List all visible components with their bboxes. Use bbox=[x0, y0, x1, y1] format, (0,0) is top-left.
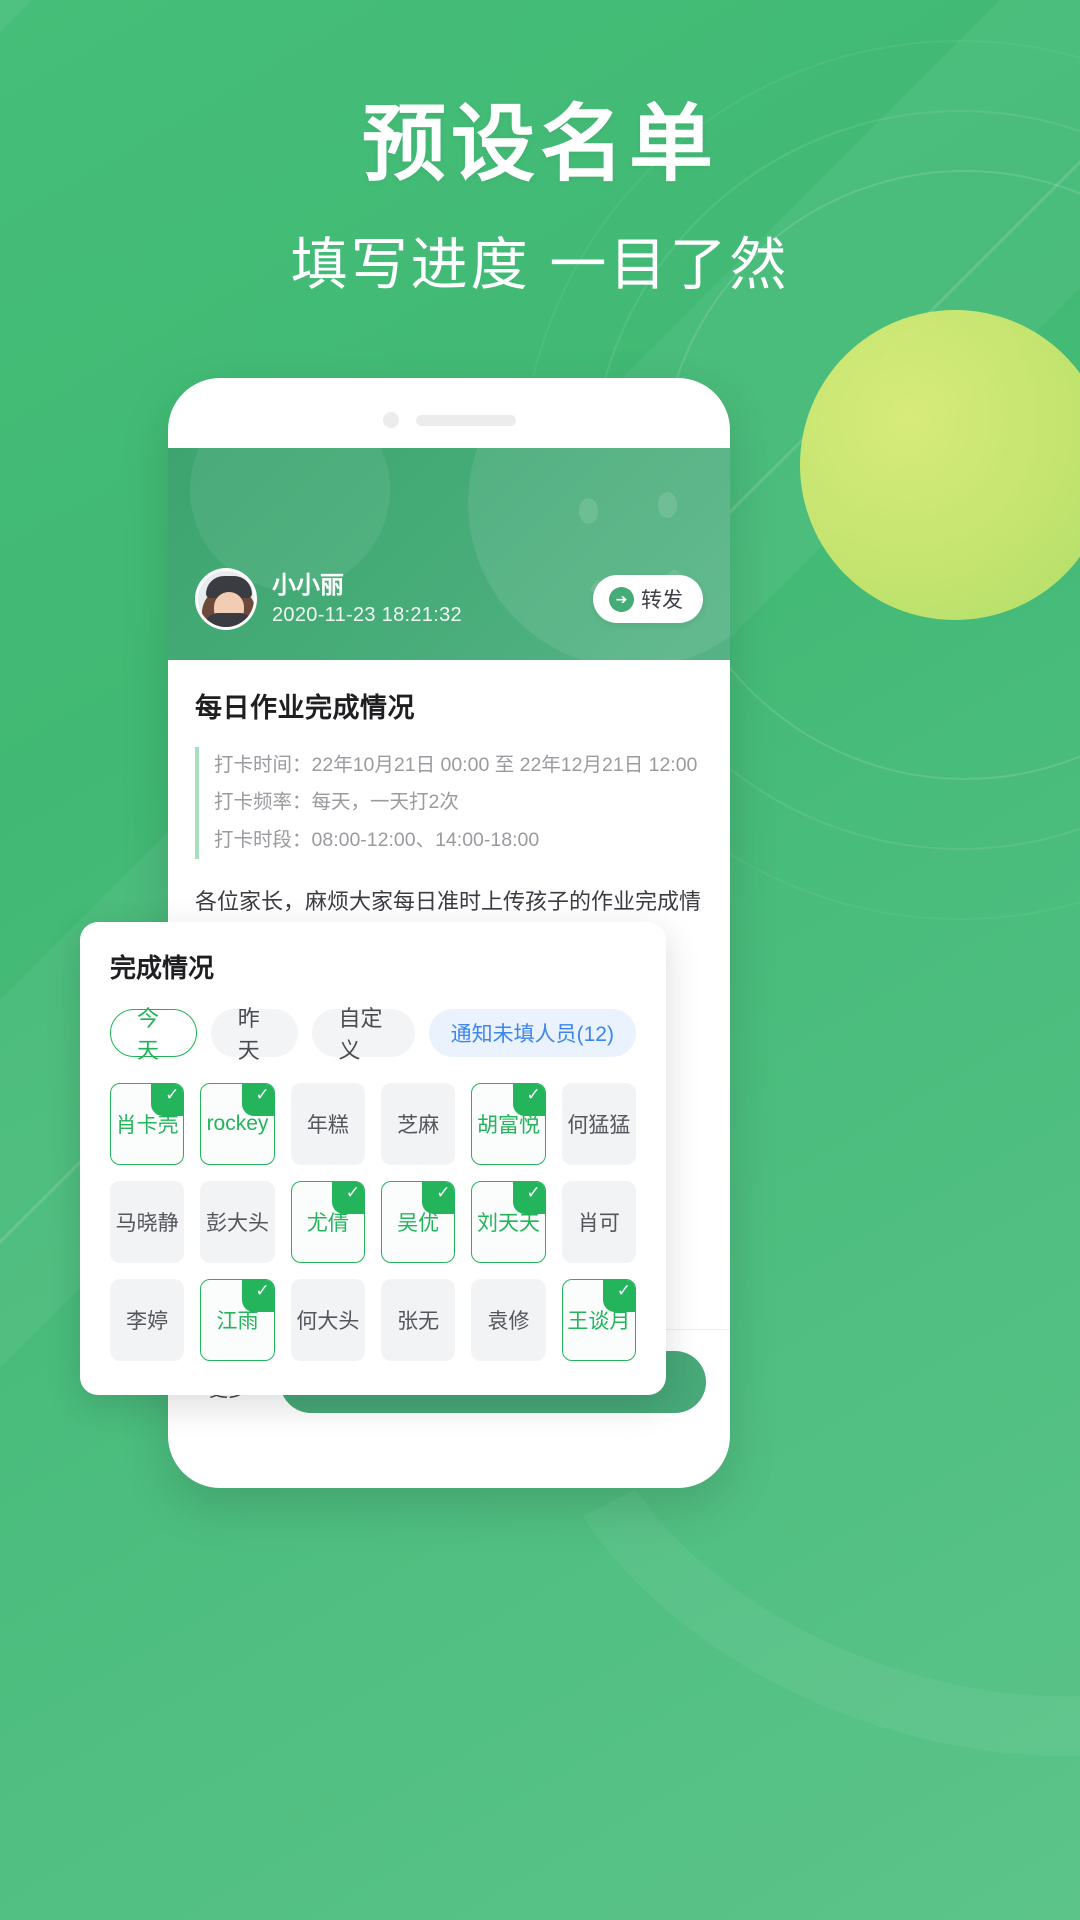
forward-button-label: 转发 bbox=[641, 589, 683, 612]
member-chip[interactable]: 张无 bbox=[381, 1279, 456, 1361]
share-arrow-icon: ➔ bbox=[609, 586, 634, 612]
tab-today[interactable]: 今天 bbox=[110, 1006, 197, 1063]
member-chip[interactable]: rockey ✓ bbox=[200, 1083, 275, 1165]
post-banner: 小小丽 2020-11-23 18:21:32 ➔ 转发 bbox=[168, 448, 730, 660]
promo-title: 预设名单 bbox=[361, 97, 718, 191]
member-chip[interactable]: 肖可 bbox=[561, 1181, 636, 1263]
post-content: 每日作业完成情况 打卡时间：22年10月21日 00:00 至 22年12月21… bbox=[168, 660, 730, 1233]
panel-filter-tabs: 今天 昨天 自定义 通知未填人员(12) bbox=[110, 1006, 636, 1063]
phone-notch bbox=[168, 412, 730, 428]
meta-line-checkin-timeslot: 打卡时段：08:00-12:00、14:00-18:00 bbox=[214, 828, 540, 851]
member-chip-label: 何大头 bbox=[296, 1310, 360, 1333]
promo-subtitle: 填写进度 一目了然 bbox=[290, 232, 790, 297]
member-chip-label: 彭大头 bbox=[205, 1212, 269, 1235]
checkin-meta-block: 打卡时间：22年10月21日 00:00 至 22年12月21日 12:00 打… bbox=[195, 747, 703, 860]
tab-yesterday[interactable]: 昨天 bbox=[210, 1006, 298, 1063]
post-author-row: 小小丽 2020-11-23 18:21:32 ➔ 转发 bbox=[195, 568, 703, 630]
post-title: 每日作业完成情况 bbox=[195, 693, 415, 723]
member-chip[interactable]: 肖卡壳 ✓ bbox=[110, 1083, 185, 1165]
avatar-body bbox=[204, 613, 254, 627]
tab-custom[interactable]: 自定义 bbox=[311, 1006, 415, 1063]
member-chip-label: 张无 bbox=[397, 1310, 440, 1333]
camera-icon bbox=[382, 412, 399, 428]
member-chip[interactable]: 王谈月 ✓ bbox=[561, 1279, 636, 1361]
member-chip-label: 李婷 bbox=[126, 1310, 169, 1333]
member-chip[interactable]: 年糕 bbox=[290, 1083, 365, 1165]
member-chip[interactable]: 尤倩 ✓ bbox=[290, 1181, 365, 1263]
check-icon: ✓ bbox=[332, 1182, 364, 1214]
check-icon: ✓ bbox=[241, 1280, 274, 1312]
member-chip-label: 芝麻 bbox=[397, 1114, 440, 1137]
member-chip[interactable]: 吴优 ✓ bbox=[381, 1181, 456, 1263]
avatar[interactable] bbox=[195, 568, 257, 630]
member-chip[interactable]: 马晓静 bbox=[110, 1181, 185, 1263]
member-chip-label: 何猛猛 bbox=[567, 1114, 631, 1137]
panel-title: 完成情况 bbox=[110, 953, 215, 983]
speaker-grill bbox=[415, 414, 516, 426]
member-chip[interactable]: 刘天天 ✓ bbox=[471, 1181, 546, 1263]
check-icon: ✓ bbox=[603, 1280, 635, 1312]
check-icon: ✓ bbox=[422, 1182, 455, 1214]
completion-status-panel: 完成情况 今天 昨天 自定义 通知未填人员(12) 肖卡壳 ✓ rockey ✓ 年糕 芝… bbox=[80, 922, 666, 1395]
member-chip[interactable]: 李婷 bbox=[110, 1279, 185, 1361]
member-chip[interactable]: 江雨 ✓ bbox=[200, 1279, 275, 1361]
member-chip[interactable]: 彭大头 bbox=[200, 1181, 275, 1263]
member-chip[interactable]: 胡富悦 ✓ bbox=[471, 1083, 546, 1165]
check-icon: ✓ bbox=[512, 1084, 545, 1116]
author-name: 小小丽 bbox=[272, 572, 344, 599]
member-name-grid: 肖卡壳 ✓ rockey ✓ 年糕 芝麻 胡富悦 ✓ 何猛猛马晓静 彭大头 尤倩 ✓ 吴优 ✓ 刘天天 ✓ 肖可… bbox=[110, 1083, 636, 1361]
check-icon: ✓ bbox=[151, 1084, 184, 1116]
meta-line-checkin-frequency: 打卡频率：每天，一天打2次 bbox=[214, 791, 459, 814]
member-chip[interactable]: 芝麻 bbox=[381, 1083, 456, 1165]
post-timestamp: 2020-11-23 18:21:32 bbox=[272, 604, 462, 626]
notify-unfilled-button[interactable]: 通知未填人员(12) bbox=[428, 1009, 636, 1057]
member-chip[interactable]: 袁修 bbox=[471, 1279, 546, 1361]
member-chip-label: 肖可 bbox=[577, 1212, 620, 1235]
smiley-eye-right bbox=[658, 492, 677, 518]
forward-button[interactable]: ➔ 转发 bbox=[593, 575, 703, 623]
member-chip-label: 马晓静 bbox=[115, 1212, 179, 1235]
promo-headline-block: 预设名单 填写进度 一目了然 bbox=[0, 96, 1080, 301]
meta-line-checkin-period: 打卡时间：22年10月21日 00:00 至 22年12月21日 12:00 bbox=[214, 754, 698, 776]
member-chip-label: 袁修 bbox=[487, 1310, 530, 1333]
member-chip-label: 年糕 bbox=[306, 1114, 349, 1137]
member-chip[interactable]: 何大头 bbox=[290, 1279, 365, 1361]
check-icon: ✓ bbox=[512, 1182, 545, 1214]
check-icon: ✓ bbox=[241, 1084, 274, 1116]
post-author-meta: 小小丽 2020-11-23 18:21:32 bbox=[272, 571, 593, 627]
smiley-eye-left bbox=[579, 498, 598, 524]
background-diagonal-stripe bbox=[0, 0, 1080, 47]
member-chip[interactable]: 何猛猛 bbox=[561, 1083, 636, 1165]
